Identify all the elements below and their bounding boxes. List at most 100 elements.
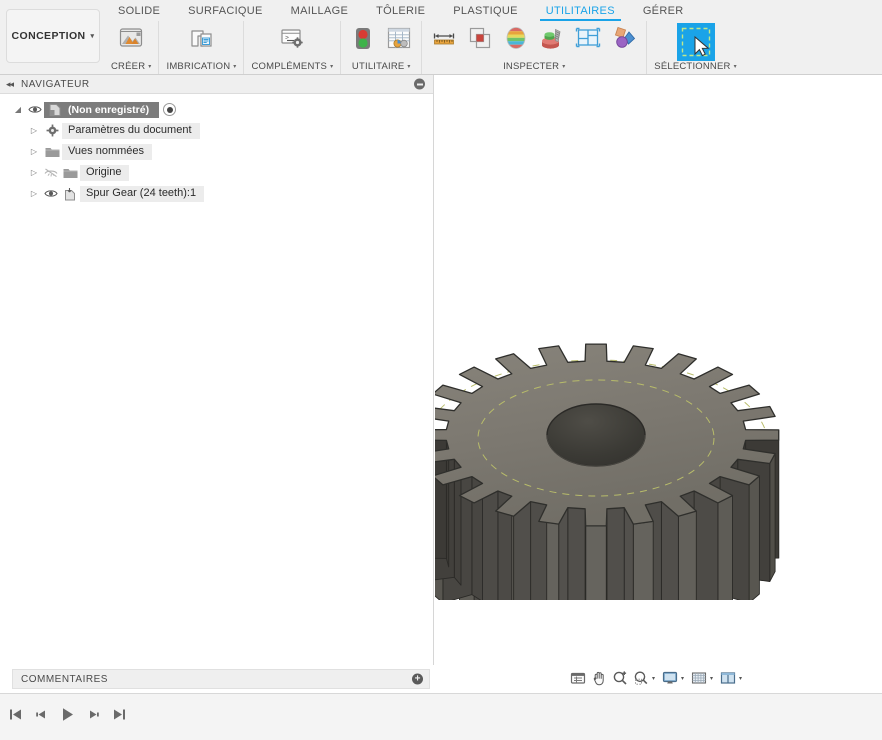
zebra-stripe-icon[interactable] xyxy=(573,23,603,53)
tree-row-spur-gear[interactable]: ▷ Spur Gear (24 teeth):1 xyxy=(0,183,433,204)
expand-arrow-icon[interactable]: ▷ xyxy=(26,168,42,177)
ribbon-tab-row: SOLIDE SURFACIQUE MAILLAGE TÔLERIE PLAST… xyxy=(104,0,697,21)
panel-label-complements[interactable]: COMPLÉMENTS ▾ xyxy=(251,61,333,74)
comments-panel-header[interactable]: COMMENTAIRES + xyxy=(12,669,430,689)
nesting-layout-icon[interactable] xyxy=(186,23,216,53)
pan-hand-icon[interactable] xyxy=(589,668,608,688)
panel-group-selectionner: SÉLECTIONNER ▾ xyxy=(647,21,744,74)
folder-icon xyxy=(42,146,62,158)
panel-group-utilitaire: UTILITAIRE ▾ xyxy=(341,21,423,74)
spreadsheet-icon[interactable] xyxy=(384,23,414,53)
tab-tolerie[interactable]: TÔLERIE xyxy=(362,0,439,21)
tree-row-document-root[interactable]: ◢ (Non enregistré) xyxy=(0,99,433,120)
panel-icons-complements: >_ xyxy=(277,23,307,57)
panel-label-text: INSPECTER xyxy=(503,61,560,72)
tree-item-label: Paramètres du document xyxy=(62,122,200,139)
panel-label-text: IMBRICATION xyxy=(166,61,231,72)
panel-label-text: UTILITAIRE xyxy=(351,61,405,72)
zoom-window-magnifier-icon[interactable] xyxy=(631,668,650,688)
collapse-panel-icon[interactable]: ◂◂ xyxy=(6,79,14,90)
component-color-icon[interactable] xyxy=(609,23,639,53)
section-analysis-icon[interactable] xyxy=(537,23,567,53)
tab-solide[interactable]: SOLIDE xyxy=(104,0,174,21)
ribbon: CONCEPTION ▾ SOLIDE SURFACIQUE MAILLAGE … xyxy=(0,0,882,75)
step-back-button[interactable] xyxy=(30,702,52,726)
measure-ruler-icon[interactable] xyxy=(429,23,459,53)
expand-arrow-icon[interactable]: ▷ xyxy=(26,189,42,198)
zoom-in-magnifier-icon[interactable] xyxy=(610,668,629,688)
curvature-map-icon[interactable] xyxy=(501,23,531,53)
go-to-end-button[interactable] xyxy=(108,702,130,726)
browser-panel: ◂◂ NAVIGATEUR ◢ (Non enregistré) ▷ Param… xyxy=(0,75,434,665)
active-document-radio[interactable] xyxy=(163,103,177,116)
comments-title: COMMENTAIRES xyxy=(21,673,108,685)
radio-dot xyxy=(166,106,173,113)
add-comment-button[interactable]: + xyxy=(412,673,423,685)
spur-gear-model[interactable] xyxy=(435,190,837,651)
panel-group-creer: CRÉER ▾ xyxy=(104,21,160,74)
panel-icons-imbrication xyxy=(186,23,216,57)
fusion360-window: CONCEPTION ▾ SOLIDE SURFACIQUE MAILLAGE … xyxy=(0,0,882,740)
go-to-beginning-button[interactable] xyxy=(4,702,26,726)
expand-arrow-icon[interactable]: ▷ xyxy=(26,147,42,156)
create-gear-image-icon[interactable] xyxy=(116,23,146,53)
panel-icons-creer xyxy=(116,23,146,57)
panel-group-imbrication: IMBRICATION ▾ xyxy=(159,21,245,74)
document-name: (Non enregistré) xyxy=(68,103,150,116)
browser-title: NAVIGATEUR xyxy=(21,78,90,90)
visibility-eye-icon[interactable] xyxy=(42,188,60,199)
panel-group-complements: >_ COMPLÉMENTS ▾ xyxy=(244,21,342,74)
chevron-down-icon: ▾ xyxy=(148,64,152,70)
folder-icon xyxy=(60,167,80,179)
tab-plastique[interactable]: PLASTIQUE xyxy=(439,0,531,21)
tab-utilitaires[interactable]: UTILITAIRES xyxy=(532,0,629,21)
workspace-selector-button[interactable]: CONCEPTION ▾ xyxy=(6,9,100,63)
viewport-layout-icon[interactable] xyxy=(718,668,737,688)
ribbon-panel-groups: CRÉER ▾ IMBRICATION ▾ >_ COMPLÉMENTS ▾ U… xyxy=(104,21,744,74)
document-root-pill[interactable]: (Non enregistré) xyxy=(44,101,160,118)
chevron-down-icon: ▾ xyxy=(407,64,411,70)
grid-display-icon[interactable] xyxy=(568,668,587,688)
visibility-eye-closed-icon[interactable] xyxy=(42,167,60,178)
panel-label-inspecter[interactable]: INSPECTER ▾ xyxy=(503,61,565,74)
chevron-down-icon: ▾ xyxy=(90,33,95,40)
expand-arrow-icon[interactable]: ◢ xyxy=(10,105,26,114)
navigation-toolbar: ▾ ▾ ▾ ▾ xyxy=(568,667,745,689)
tree-row-named-views[interactable]: ▷ Vues nommées xyxy=(0,141,433,162)
panel-label-selectionner[interactable]: SÉLECTIONNER ▾ xyxy=(654,61,737,74)
panel-icons-inspecter xyxy=(429,23,639,57)
step-forward-button[interactable] xyxy=(82,702,104,726)
chevron-down-icon[interactable]: ▾ xyxy=(681,675,684,682)
panel-label-creer[interactable]: CRÉER ▾ xyxy=(111,61,151,74)
tab-maillage[interactable]: MAILLAGE xyxy=(277,0,362,21)
play-button[interactable] xyxy=(56,702,78,726)
panel-label-text: CRÉER xyxy=(111,61,146,72)
tree-row-document-settings[interactable]: ▷ Paramètres du document xyxy=(0,120,433,141)
expand-arrow-icon[interactable]: ▷ xyxy=(26,126,42,135)
component-icon xyxy=(60,187,80,201)
document-icon xyxy=(46,103,64,117)
chevron-down-icon[interactable]: ▾ xyxy=(739,675,742,682)
minimize-panel-button[interactable] xyxy=(414,78,425,90)
chevron-down-icon[interactable]: ▾ xyxy=(652,675,655,682)
canvas-viewport[interactable]: ▾ ▾ ▾ ▾ xyxy=(435,75,882,693)
tab-surfacique[interactable]: SURFACIQUE xyxy=(174,0,277,21)
addins-script-icon[interactable]: >_ xyxy=(277,23,307,53)
grid-snaps-icon[interactable] xyxy=(689,668,708,688)
select-window-cursor-icon[interactable] xyxy=(676,23,715,61)
chevron-down-icon: ▾ xyxy=(733,64,737,70)
panel-label-imbrication[interactable]: IMBRICATION ▾ xyxy=(166,61,236,74)
panel-label-utilitaire[interactable]: UTILITAIRE ▾ xyxy=(352,61,411,74)
interference-icon[interactable] xyxy=(465,23,495,53)
chevron-down-icon: ▾ xyxy=(233,64,237,70)
workspace-label: CONCEPTION xyxy=(11,30,86,42)
tab-gerer[interactable]: GÉRER xyxy=(629,0,698,21)
traffic-light-icon[interactable] xyxy=(348,23,378,53)
display-settings-monitor-icon[interactable] xyxy=(660,668,679,688)
tree-row-origin[interactable]: ▷ Origine xyxy=(0,162,433,183)
tree-item-label: Origine xyxy=(80,164,130,181)
browser-header: ◂◂ NAVIGATEUR xyxy=(0,75,433,94)
chevron-down-icon[interactable]: ▾ xyxy=(710,675,713,682)
visibility-eye-icon[interactable] xyxy=(26,104,44,115)
browser-tree: ◢ (Non enregistré) ▷ Paramètres du docum… xyxy=(0,94,433,204)
